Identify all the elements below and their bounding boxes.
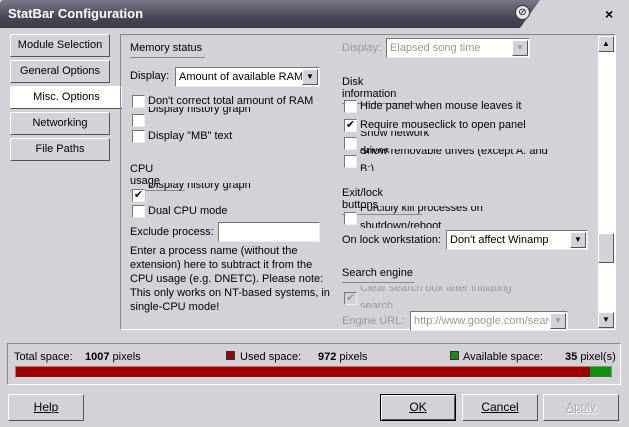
- apply-label: Apply: [565, 400, 597, 414]
- mb-text-checkbox[interactable]: [132, 130, 145, 143]
- engine-url-select[interactable]: http://www.google.com/search ▼: [410, 311, 568, 331]
- require-click-label: Require mouseclick to open panel: [360, 119, 526, 131]
- clear-search-label: Clear search box after initiating search: [360, 286, 520, 308]
- dual-cpu-label: Dual CPU mode: [148, 205, 228, 217]
- dual-cpu-checkbox[interactable]: [132, 205, 145, 218]
- kill-processes-text: Forcibly kill processes on shutdown/rebo…: [360, 206, 483, 228]
- memory-header: Memory status: [130, 42, 205, 58]
- used-space-fill: [16, 367, 591, 377]
- winamp-display-value: Elapsed song time: [390, 42, 481, 54]
- clear-search-text: Clear search box after initiating search: [360, 286, 512, 308]
- exclude-process-input[interactable]: [218, 222, 320, 242]
- nav-general-options[interactable]: General Options: [10, 60, 110, 83]
- chevron-down-icon: ▼: [570, 232, 586, 248]
- scroll-down-icon[interactable]: ▼: [598, 312, 614, 328]
- memory-display-label: Display:: [130, 70, 170, 82]
- winamp-display-select[interactable]: Elapsed song time ▼: [386, 38, 530, 58]
- exclude-note: Enter a process name (without the extens…: [130, 245, 330, 313]
- total-space-value: 1007: [85, 351, 110, 363]
- dont-correct-label: Don't correct total amount of RAM: [148, 95, 314, 107]
- network-drives-checkbox[interactable]: [344, 137, 357, 150]
- nav-misc-options[interactable]: Misc. Options: [10, 86, 122, 109]
- scroll-up-icon[interactable]: ▲: [598, 36, 614, 52]
- used-space-value: 972: [318, 351, 337, 363]
- winamp-display-label: Display:: [342, 42, 382, 54]
- require-click-checkbox[interactable]: ✔: [344, 119, 357, 132]
- cancel-button[interactable]: Cancel: [462, 394, 538, 421]
- available-space-unit: pixel(s): [580, 351, 616, 363]
- nav-file-paths[interactable]: File Paths: [10, 138, 110, 161]
- cancel-label: Cancel: [481, 400, 519, 414]
- removable-drives-text: Show removable drives (except A: and B:): [360, 149, 548, 171]
- apply-button[interactable]: Apply: [543, 394, 619, 421]
- memory-history-checkbox[interactable]: [132, 114, 145, 127]
- kill-processes-label: Forcibly kill processes on shutdown/rebo…: [360, 206, 490, 228]
- nav-module-selection[interactable]: Module Selection: [10, 34, 110, 57]
- window-title: StatBar Configuration: [8, 6, 144, 21]
- total-space-label: Total space:: [14, 351, 73, 363]
- memory-display-value: Amount of available RAM: [179, 71, 304, 83]
- available-space-label: Available space:: [463, 351, 543, 363]
- nav-networking[interactable]: Networking: [10, 112, 110, 135]
- available-space-value: 35: [565, 351, 578, 363]
- hide-panel-label: Hide panel when mouse leaves it: [360, 100, 522, 112]
- lock-value: Don't affect Winamp: [450, 234, 549, 246]
- engine-url-value: http://www.google.com/search: [414, 315, 561, 327]
- close-icon[interactable]: ×: [605, 6, 613, 22]
- memory-history-text: Display history graph: [148, 107, 251, 115]
- space-box: [7, 343, 621, 385]
- used-space-label: Used space:: [240, 351, 302, 363]
- memory-history-label: Display history graph: [148, 107, 328, 129]
- chevron-down-icon: ▼: [512, 40, 528, 56]
- cpu-history-text: Display history graph: [148, 183, 251, 191]
- lock-select[interactable]: Don't affect Winamp ▼: [446, 230, 588, 250]
- space-bar: [15, 366, 612, 378]
- total-space-unit: pixels: [112, 351, 141, 363]
- search-header: Search engine: [342, 267, 414, 283]
- cpu-history-checkbox[interactable]: ✔: [132, 189, 145, 202]
- engine-url-label: Engine URL:: [342, 315, 405, 327]
- exclude-label: Exclude process:: [130, 226, 214, 238]
- used-color-swatch: [226, 351, 235, 360]
- kill-processes-checkbox[interactable]: [344, 212, 357, 225]
- used-space-unit: pixels: [339, 351, 368, 363]
- ok-button[interactable]: OK: [380, 394, 456, 421]
- available-color-swatch: [450, 351, 459, 360]
- cpu-history-label: Display history graph: [148, 183, 328, 205]
- clear-search-checkbox[interactable]: ✔: [344, 292, 357, 305]
- chevron-down-icon: ▼: [302, 69, 318, 85]
- removable-drives-checkbox[interactable]: [344, 155, 357, 168]
- chevron-down-icon: ▼: [550, 313, 566, 329]
- scroll-thumb[interactable]: [598, 233, 614, 263]
- pin-icon[interactable]: ⊘: [515, 5, 530, 20]
- hide-panel-checkbox[interactable]: [344, 100, 357, 113]
- mb-text-label: Display "MB" text: [148, 130, 233, 142]
- help-label: Help: [33, 400, 59, 414]
- scrollbar[interactable]: ▲ ▼: [598, 36, 615, 328]
- memory-display-select[interactable]: Amount of available RAM ▼: [175, 67, 320, 87]
- lock-label: On lock workstation:: [342, 234, 442, 246]
- title-bar: StatBar Configuration ⊘ ×: [0, 0, 629, 28]
- removable-drives-label: Show removable drives (except A: and B:): [360, 149, 555, 171]
- dont-correct-checkbox[interactable]: [132, 95, 145, 108]
- help-button[interactable]: Help: [8, 394, 84, 421]
- ok-label: OK: [409, 400, 427, 414]
